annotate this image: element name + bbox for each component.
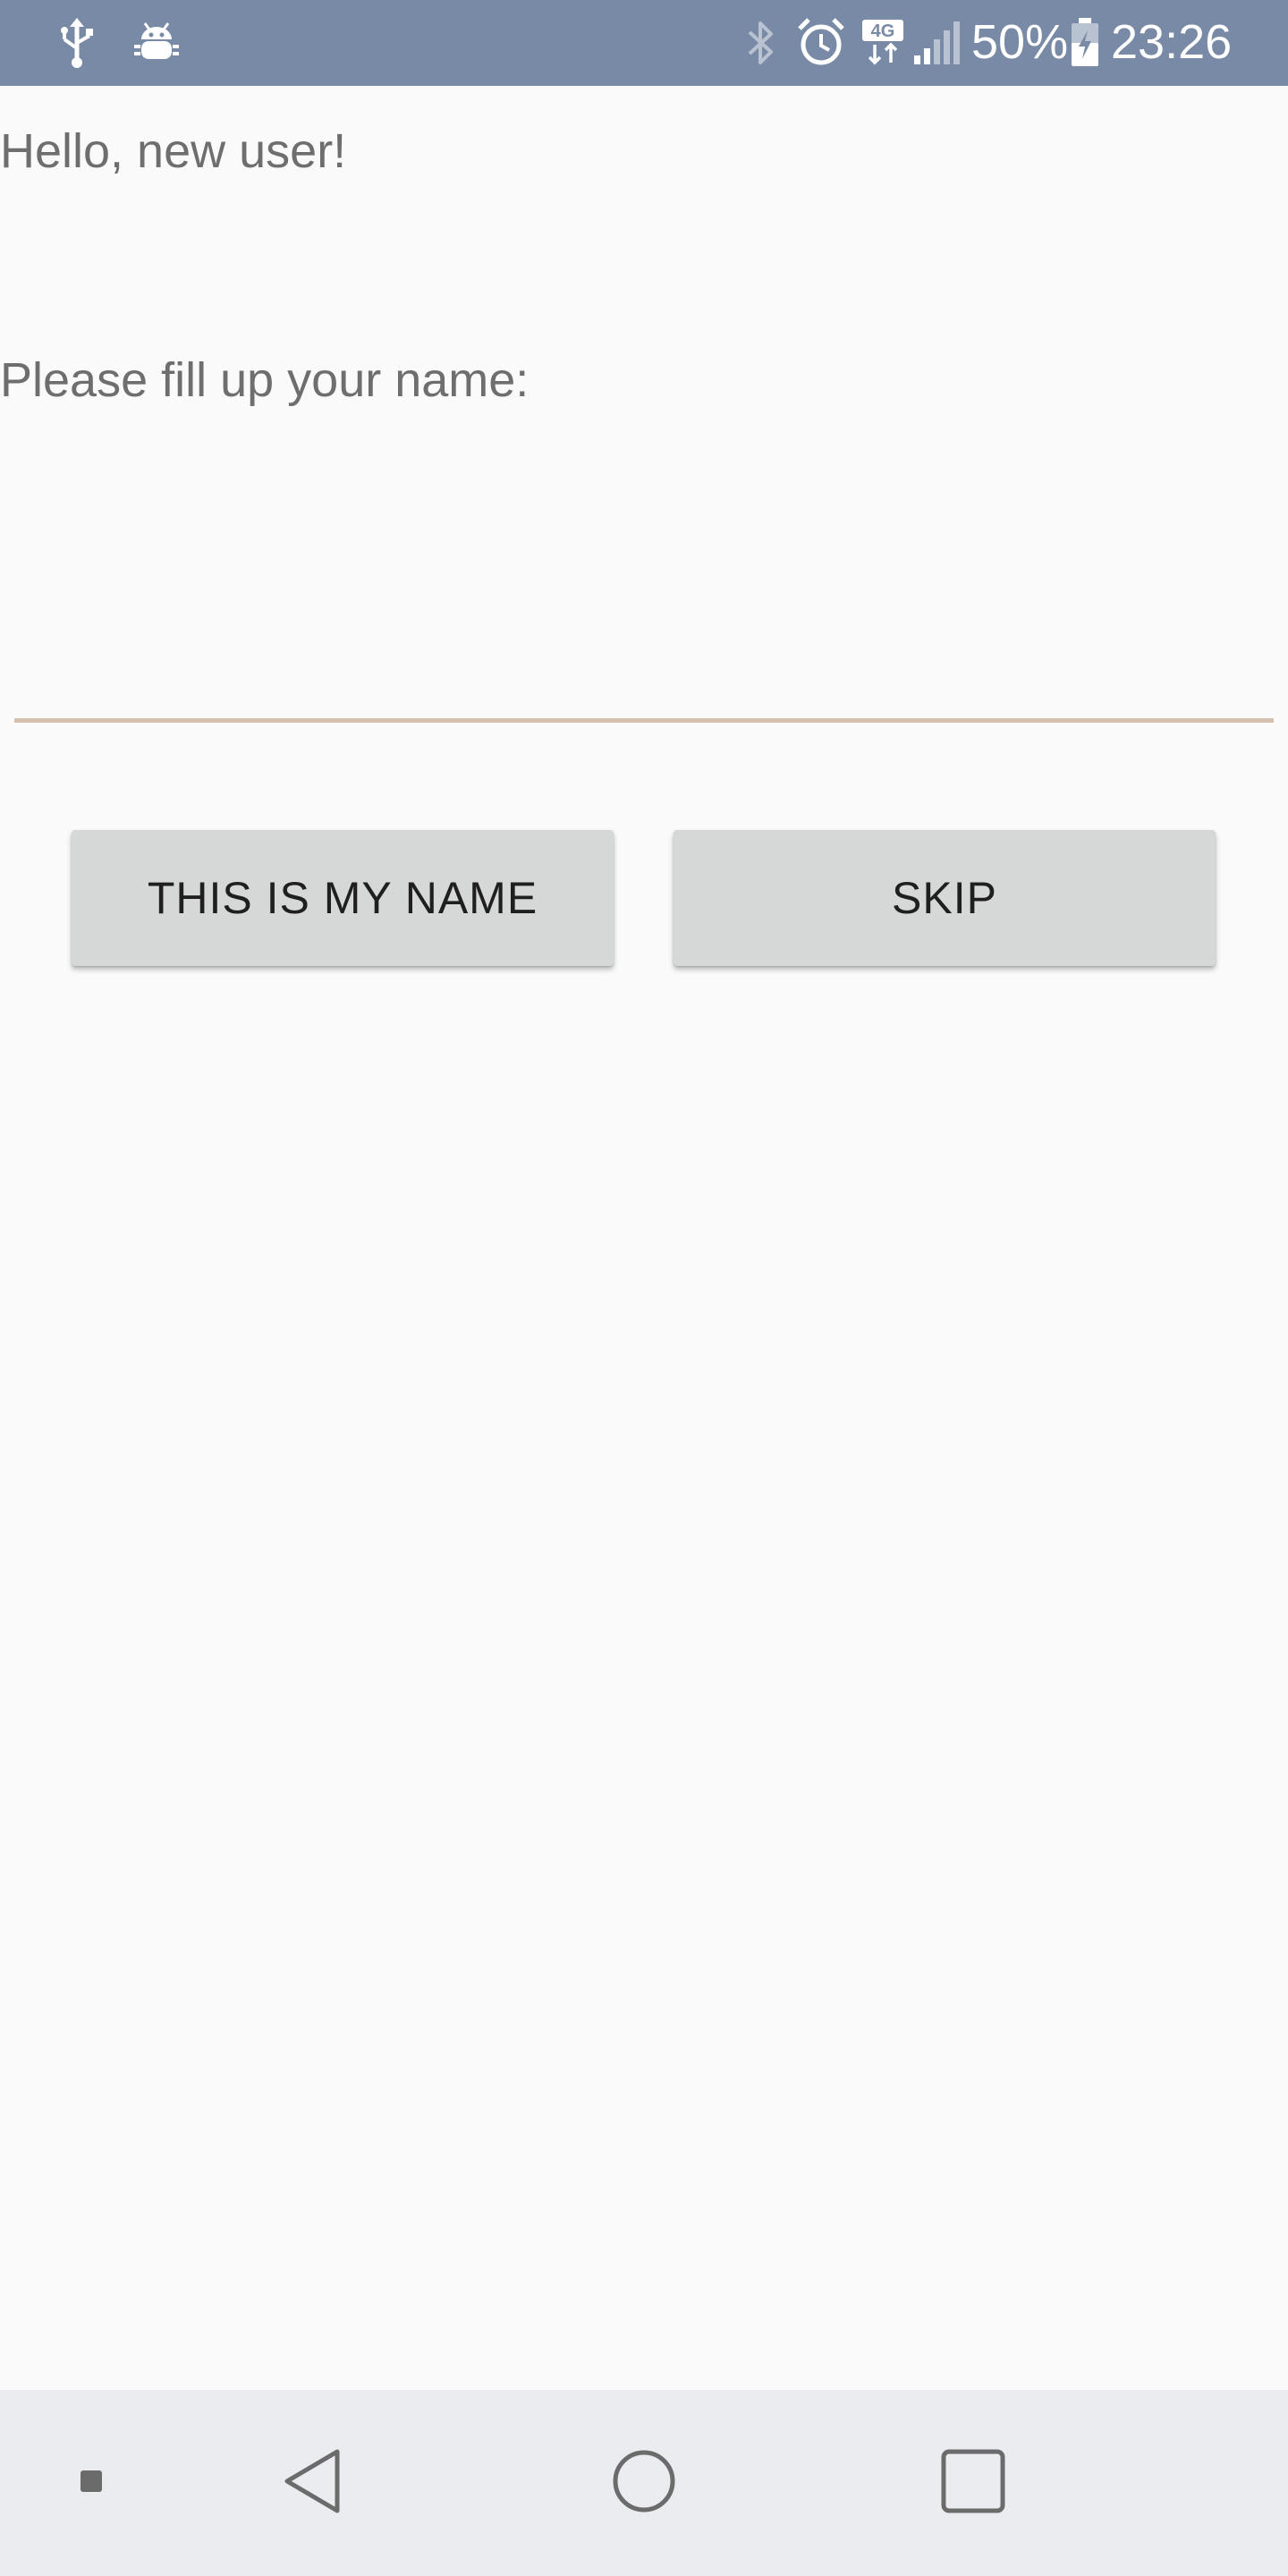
home-button[interactable] — [599, 2390, 689, 2576]
recents-button[interactable] — [928, 2390, 1018, 2576]
back-icon — [282, 2448, 344, 2519]
4g-icon: 4G — [862, 18, 903, 72]
status-bar: 4G 50% 23:26 — [0, 0, 1288, 86]
recents-icon — [940, 2448, 1006, 2519]
signal-icon — [912, 20, 962, 71]
home-icon — [611, 2448, 677, 2519]
skip-button[interactable]: SKIP — [674, 830, 1216, 966]
battery-icon — [1070, 18, 1100, 72]
menu-dot-icon — [80, 2470, 103, 2497]
android-debug-icon — [134, 20, 179, 69]
app-screen: 4G 50% 23:26 Hello, new user! Please fil… — [0, 0, 1288, 2576]
network-type-label: 4G — [871, 21, 895, 41]
menu-dot-button[interactable] — [55, 2390, 127, 2576]
name-prompt: Please fill up your name: — [0, 353, 530, 407]
clock: 23:26 — [1111, 15, 1233, 69]
battery-percent: 50% — [971, 15, 1069, 69]
name-input[interactable] — [14, 626, 1274, 723]
navigation-bar — [0, 2390, 1288, 2576]
back-button[interactable] — [268, 2390, 358, 2576]
alarm-icon — [796, 16, 846, 74]
greeting-text: Hello, new user! — [0, 124, 347, 178]
usb-icon — [57, 18, 97, 72]
this-is-my-name-button[interactable]: THIS IS MY NAME — [72, 830, 614, 966]
bluetooth-icon — [744, 18, 776, 72]
